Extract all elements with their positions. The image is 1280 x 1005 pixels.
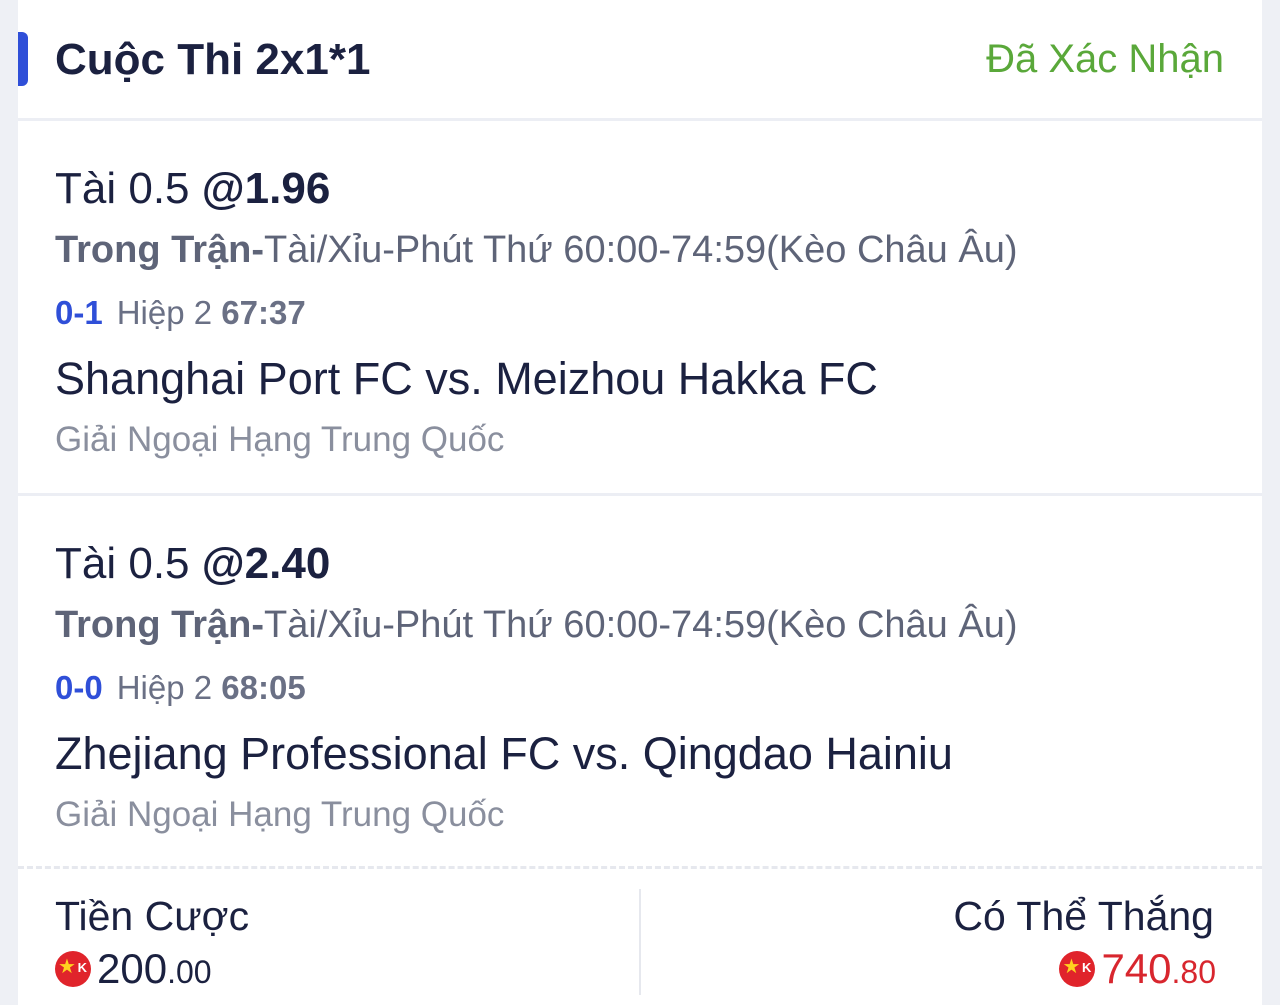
match-name: Shanghai Port FC vs. Meizhou Hakka FC xyxy=(55,353,878,404)
match-name: Zhejiang Professional FC vs. Qingdao Hai… xyxy=(55,728,953,779)
bet-slip-card: Cuộc Thi 2x1*1 Đã Xác Nhận Tài 0.5 @1.96… xyxy=(18,0,1262,1005)
vnd-coin-icon: ★ K xyxy=(55,951,91,987)
match-period: Hiệp 2 xyxy=(116,669,222,706)
potential-win-amount: ★ K 740.80 xyxy=(1059,943,1216,993)
match-period: Hiệp 2 xyxy=(116,294,222,331)
vnd-coin-icon: ★ K xyxy=(1059,951,1096,987)
odds-value: @2.40 xyxy=(201,539,331,588)
stake-amount-decimal: .00 xyxy=(167,954,212,990)
league-name: Giải Ngoại Hạng Trung Quốc xyxy=(55,420,505,459)
live-score: 0-0 xyxy=(55,669,103,706)
bet-summary: Tiền Cược ★ K 200.00 Có Thể Thắng ★ K 740.… xyxy=(18,869,1262,1005)
match-clock: 68:05 xyxy=(221,669,306,706)
bet-leg[interactable]: Tài 0.5 @2.40 Trong Trận-Tài/Xỉu-Phút Th… xyxy=(18,496,1262,869)
stake-amount: ★ K 200.00 xyxy=(55,943,212,993)
live-status: 0-0 Hiệp 2 68:05 xyxy=(55,666,306,710)
market-detail: Tài/Xỉu-Phút Thứ 60:00-74:59(Kèo Châu Âu… xyxy=(264,604,1018,646)
bet-slip-header: Cuộc Thi 2x1*1 Đã Xác Nhận xyxy=(18,0,1262,121)
market-detail: Tài/Xỉu-Phút Thứ 60:00-74:59(Kèo Châu Âu… xyxy=(264,229,1018,271)
live-status: 0-1 Hiệp 2 67:37 xyxy=(55,291,306,335)
market-description: Trong Trận-Tài/Xỉu-Phút Thứ 60:00-74:59(… xyxy=(55,225,1018,275)
odds-value: @1.96 xyxy=(201,164,331,213)
match-clock: 67:37 xyxy=(221,294,306,331)
bet-leg[interactable]: Tài 0.5 @1.96 Trong Trận-Tài/Xỉu-Phút Th… xyxy=(18,121,1262,496)
selection-label: Tài 0.5 xyxy=(55,164,202,213)
live-score: 0-1 xyxy=(55,294,103,331)
selection-label: Tài 0.5 xyxy=(55,539,202,588)
status-badge: Đã Xác Nhận xyxy=(986,37,1224,81)
win-amount-integer: 740 xyxy=(1101,945,1172,992)
league-name: Giải Ngoại Hạng Trung Quốc xyxy=(55,795,505,834)
summary-divider xyxy=(639,889,641,995)
market-phase: Trong Trận- xyxy=(55,229,264,271)
bet-type-title: Cuộc Thi 2x1*1 xyxy=(55,35,371,84)
bet-selection: Tài 0.5 @1.96 xyxy=(55,161,330,217)
bet-selection: Tài 0.5 @2.40 xyxy=(55,536,330,592)
stake-amount-integer: 200 xyxy=(97,945,168,992)
potential-win-label: Có Thể Thắng xyxy=(953,893,1214,939)
win-amount-decimal: .80 xyxy=(1171,954,1216,990)
stake-label: Tiền Cược xyxy=(55,893,250,939)
header-accent-bar xyxy=(18,32,28,86)
market-phase: Trong Trận- xyxy=(55,604,264,646)
market-description: Trong Trận-Tài/Xỉu-Phút Thứ 60:00-74:59(… xyxy=(55,600,1018,650)
